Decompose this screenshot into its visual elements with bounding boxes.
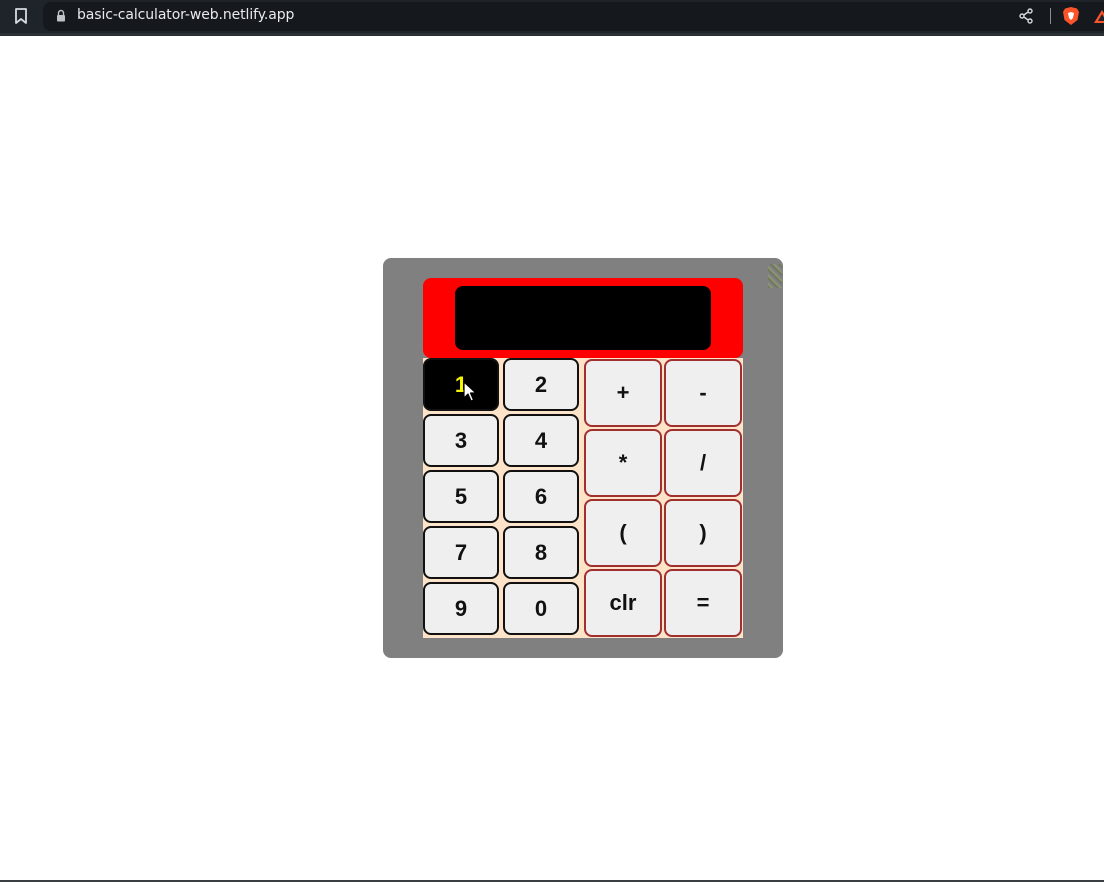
brave-shield-icon[interactable] <box>1062 6 1080 26</box>
number-button-1[interactable]: 1 <box>423 358 499 411</box>
rewards-triangle-icon[interactable] <box>1094 8 1104 24</box>
plus-button[interactable]: + <box>584 359 662 427</box>
close-paren-button[interactable]: ) <box>664 499 742 567</box>
multiply-button[interactable]: * <box>584 429 662 497</box>
open-paren-button[interactable]: ( <box>584 499 662 567</box>
number-button-6[interactable]: 6 <box>503 470 579 523</box>
browser-toolbar: basic-calculator-web.netlify.app <box>0 0 1104 36</box>
divide-button[interactable]: / <box>664 429 742 497</box>
toolbar-divider <box>1050 8 1051 24</box>
equals-button[interactable]: = <box>664 569 742 637</box>
share-icon[interactable] <box>1018 8 1034 24</box>
number-button-5[interactable]: 5 <box>423 470 499 523</box>
number-button-0[interactable]: 0 <box>503 582 579 635</box>
number-button-3[interactable]: 3 <box>423 414 499 467</box>
decorative-speck <box>768 264 782 288</box>
bookmark-icon[interactable] <box>14 8 28 24</box>
minus-button[interactable]: - <box>664 359 742 427</box>
clear-button[interactable]: clr <box>584 569 662 637</box>
display-screen <box>455 286 711 350</box>
url-text[interactable]: basic-calculator-web.netlify.app <box>77 7 294 23</box>
number-button-7[interactable]: 7 <box>423 526 499 579</box>
number-button-8[interactable]: 8 <box>503 526 579 579</box>
number-button-2[interactable]: 2 <box>503 358 579 411</box>
lock-icon[interactable] <box>56 9 66 22</box>
number-button-4[interactable]: 4 <box>503 414 579 467</box>
number-button-9[interactable]: 9 <box>423 582 499 635</box>
